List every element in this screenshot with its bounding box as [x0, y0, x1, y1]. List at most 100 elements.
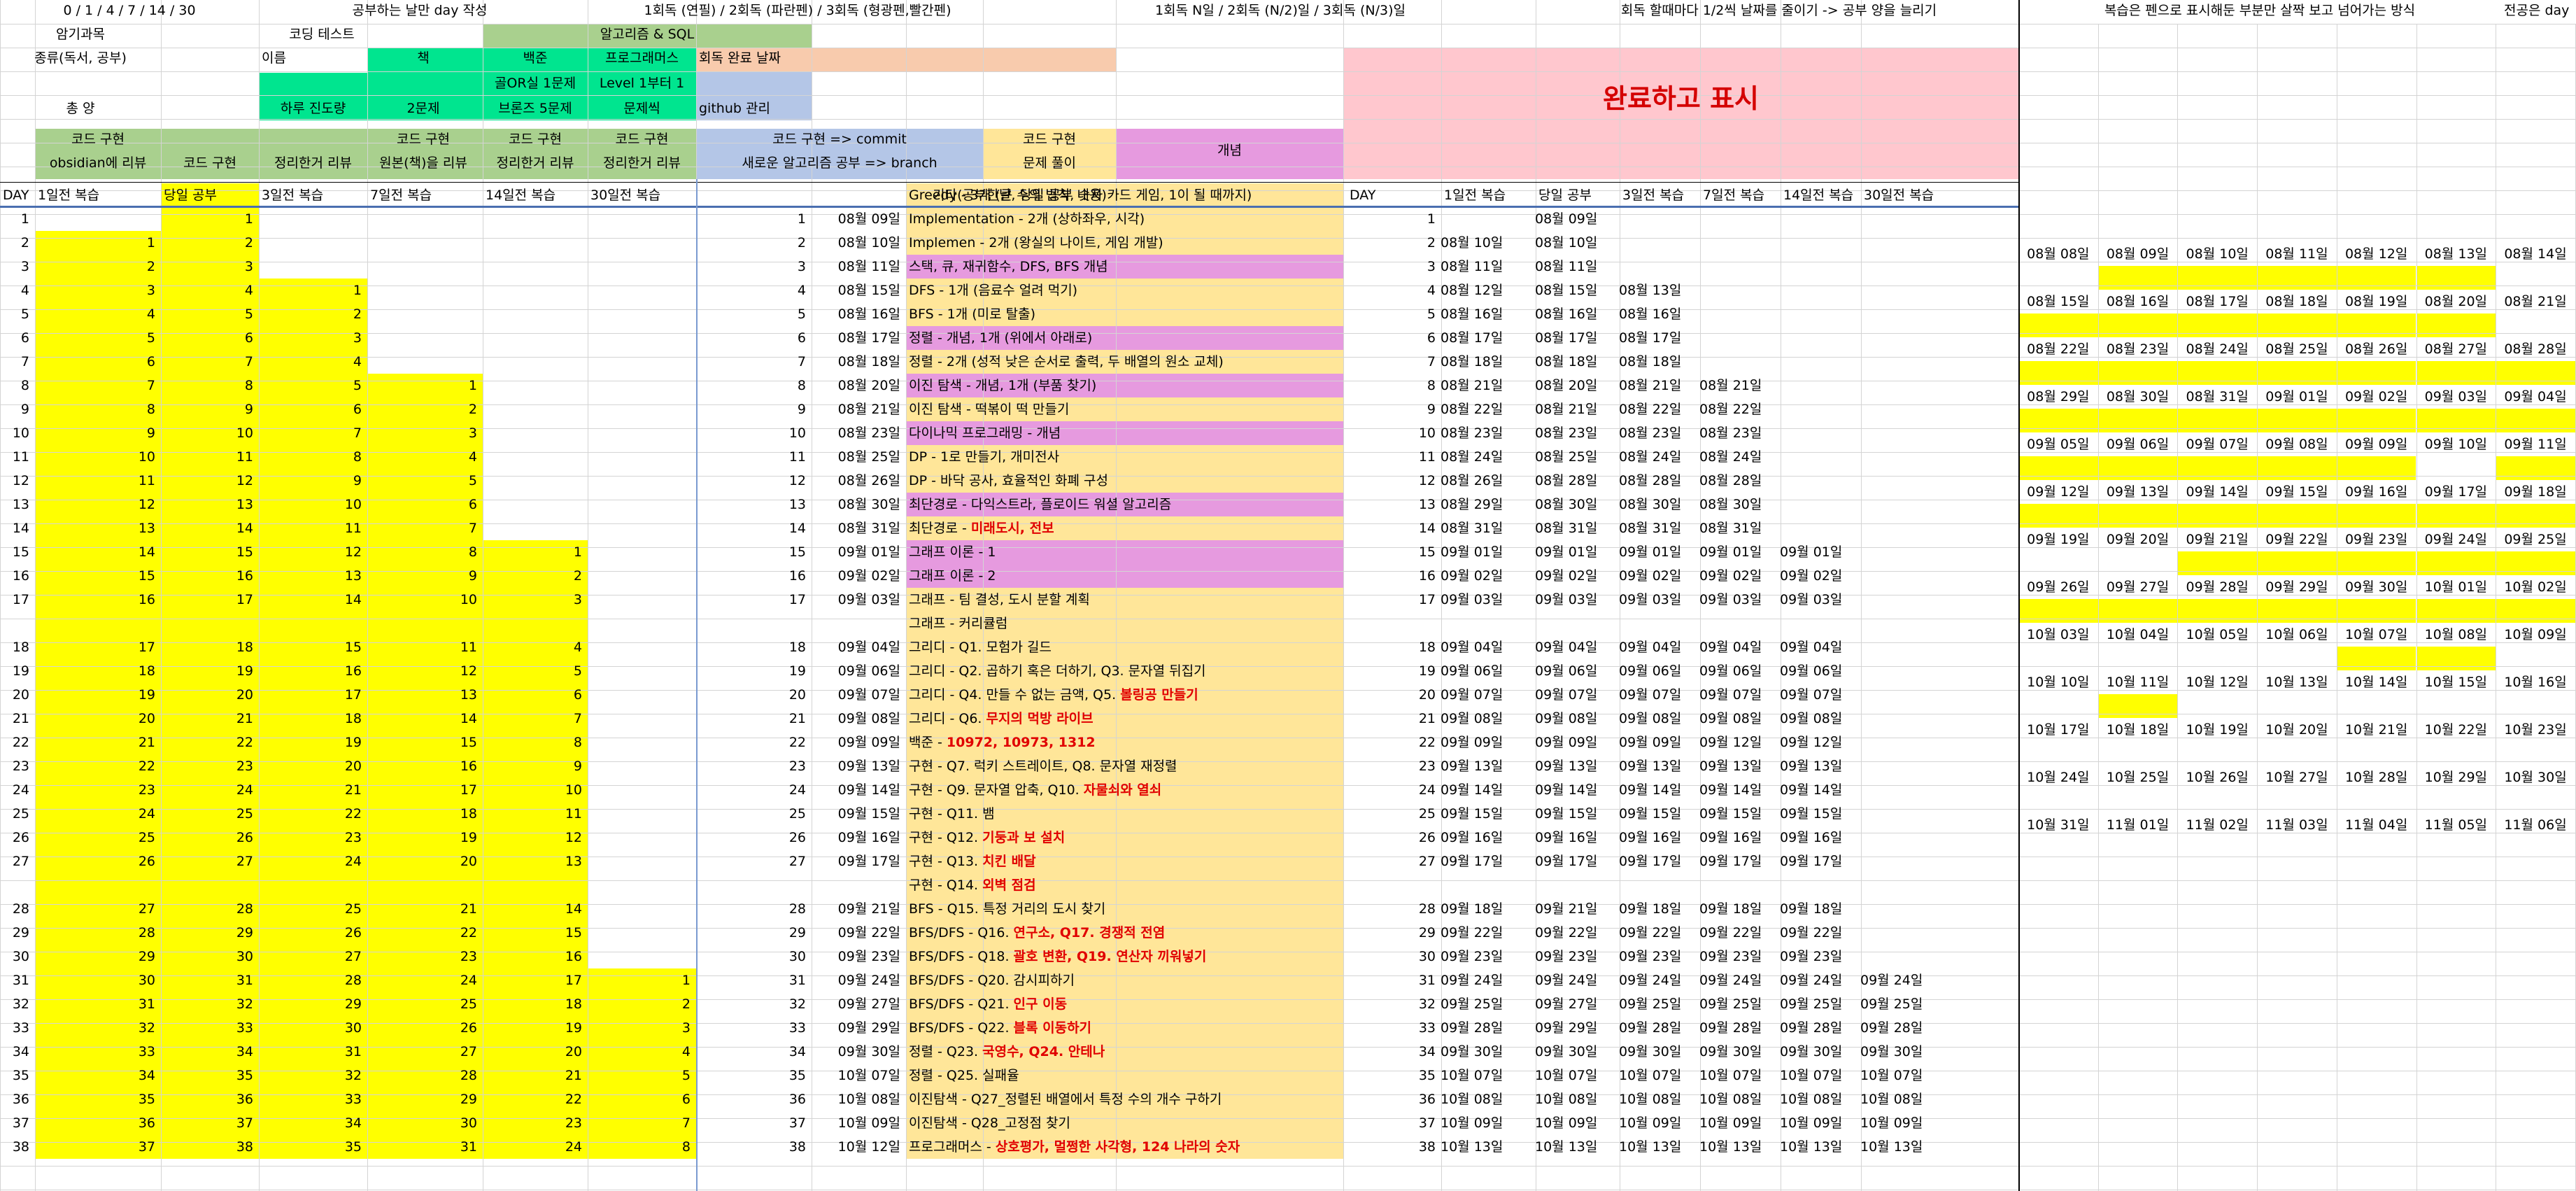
review-date[interactable]: 08월 16일: [1438, 302, 1536, 326]
log-date[interactable]: 09월 14일: [812, 778, 906, 802]
header-review-method[interactable]: 복습은 펜으로 표시해둔 부분만 살짝 보고 넘어가는 방식: [2018, 0, 2501, 24]
review-number[interactable]: 21: [259, 778, 367, 802]
log-number[interactable]: 13: [756, 493, 812, 516]
review-day-number[interactable]: 36: [1347, 1087, 1441, 1111]
review-number[interactable]: 28: [35, 921, 161, 945]
review-number[interactable]: 16: [367, 754, 483, 778]
review-number[interactable]: [588, 754, 696, 778]
review-number[interactable]: 23: [161, 754, 259, 778]
review-number[interactable]: 31: [161, 968, 259, 992]
review-number[interactable]: [588, 945, 696, 968]
review-date[interactable]: 09월 22일: [1532, 921, 1620, 945]
review-number[interactable]: 18: [161, 635, 259, 659]
review-number[interactable]: 7: [367, 516, 483, 540]
log-date[interactable]: 08월 23일: [812, 421, 906, 445]
review-number[interactable]: 33: [259, 1087, 367, 1111]
label-code-impl-2[interactable]: 코드 구현: [161, 153, 259, 176]
review-number[interactable]: 15: [161, 540, 259, 564]
review-date[interactable]: 09월 23일: [1616, 945, 1700, 968]
review-date[interactable]: 09월 15일: [1616, 802, 1700, 826]
review-day-number[interactable]: 33: [1347, 1016, 1441, 1040]
log-number[interactable]: 35: [756, 1064, 812, 1087]
day-number[interactable]: 19: [0, 659, 35, 683]
label-organize-review-3[interactable]: 정리한거 리뷰: [588, 153, 696, 176]
review-date[interactable]: 10월 07일: [1697, 1064, 1781, 1087]
review-number[interactable]: 34: [259, 1111, 367, 1135]
review-date[interactable]: 10월 09일: [1438, 1111, 1536, 1135]
done-banner[interactable]: 완료하고 표시: [1343, 77, 2018, 114]
review-date[interactable]: 10월 09일: [1616, 1111, 1700, 1135]
review-number[interactable]: 12: [483, 826, 588, 850]
review-date[interactable]: 08월 17일: [1616, 326, 1700, 350]
day-number[interactable]: 29: [0, 921, 35, 945]
label-baekjoon[interactable]: 백준: [483, 48, 588, 71]
review-date[interactable]: 09월 18일: [1616, 897, 1700, 921]
review-date[interactable]: 09월 13일: [1697, 754, 1781, 778]
review-day-number[interactable]: 18: [1347, 635, 1441, 659]
review-date[interactable]: 09월 23일: [1697, 945, 1781, 968]
review-number[interactable]: 4: [35, 302, 161, 326]
review-number[interactable]: 12: [259, 540, 367, 564]
review-date[interactable]: 09월 07일: [1697, 683, 1781, 707]
review-date[interactable]: 09월 21일: [1532, 897, 1620, 921]
review-number[interactable]: 3: [35, 279, 161, 302]
column-header[interactable]: 1일전 복습: [35, 183, 161, 207]
review-day-number[interactable]: 11: [1347, 445, 1441, 469]
calendar-date[interactable]: 10월 01일: [2416, 575, 2496, 599]
column-header[interactable]: 3일전 복습: [259, 183, 367, 207]
label-programmers-desc1[interactable]: Level 1부터 1: [588, 73, 696, 97]
review-date[interactable]: 09월 03일: [1616, 588, 1700, 612]
review-number[interactable]: 27: [367, 1040, 483, 1064]
review-number[interactable]: 9: [483, 754, 588, 778]
review-number[interactable]: 35: [35, 1087, 161, 1111]
review-date[interactable]: 08월 23일: [1616, 421, 1700, 445]
label-organize-review-1[interactable]: 정리한거 리뷰: [259, 153, 367, 176]
review-date[interactable]: 08월 31일: [1697, 516, 1781, 540]
calendar-date[interactable]: 08월 12일: [2337, 242, 2416, 266]
log-entry[interactable]: 구현 - Q7. 럭키 스트레이트, Q8. 문자열 재정렬: [906, 754, 1343, 778]
review-number[interactable]: 25: [367, 992, 483, 1016]
calendar-date[interactable]: 10월 12일: [2177, 670, 2257, 694]
review-date[interactable]: 09월 09일: [1438, 731, 1536, 754]
review-number[interactable]: 35: [259, 1135, 367, 1159]
review-number[interactable]: [367, 279, 483, 302]
review-date[interactable]: [1697, 279, 1781, 302]
review-date[interactable]: [1697, 326, 1781, 350]
log-date[interactable]: 09월 22일: [812, 921, 906, 945]
review-number[interactable]: 22: [259, 802, 367, 826]
review-date[interactable]: [1857, 921, 1941, 945]
calendar-date[interactable]: 09월 07일: [2177, 432, 2257, 456]
review-number[interactable]: 10: [161, 421, 259, 445]
review-number[interactable]: [588, 516, 696, 540]
log-entry[interactable]: 구현 - Q14. 외벽 점검: [906, 873, 1343, 897]
calendar-date[interactable]: 10월 23일: [2496, 718, 2575, 742]
review-date[interactable]: 09월 24일: [1857, 968, 1941, 992]
review-number[interactable]: [588, 255, 696, 279]
review-day-number[interactable]: 7: [1347, 350, 1441, 374]
log-date[interactable]: 09월 04일: [812, 635, 906, 659]
review-number[interactable]: 25: [259, 897, 367, 921]
review-date[interactable]: 09월 27일: [1532, 992, 1620, 1016]
review-date[interactable]: 08월 24일: [1697, 445, 1781, 469]
review-number[interactable]: [588, 445, 696, 469]
review-date[interactable]: 09월 06일: [1532, 659, 1620, 683]
review-number[interactable]: 13: [483, 850, 588, 873]
calendar-date[interactable]: 10월 10일: [2018, 670, 2098, 694]
review-number[interactable]: 32: [35, 1016, 161, 1040]
review-number[interactable]: 3: [367, 421, 483, 445]
review-date[interactable]: [1857, 207, 1941, 231]
review-number[interactable]: [588, 279, 696, 302]
category-algorithm-sql[interactable]: 알고리즘 & SQL: [483, 24, 812, 48]
log-number[interactable]: 12: [756, 469, 812, 493]
review-date[interactable]: 09월 16일: [1777, 826, 1861, 850]
label-name[interactable]: 이름: [259, 48, 367, 71]
header-major-day[interactable]: 전공은 day: [2501, 0, 2576, 24]
review-number[interactable]: 21: [35, 731, 161, 754]
calendar-date[interactable]: 10월 06일: [2257, 623, 2337, 647]
review-date[interactable]: 09월 04일: [1532, 635, 1620, 659]
review-number[interactable]: 7: [259, 421, 367, 445]
day-number[interactable]: 14: [0, 516, 35, 540]
review-date[interactable]: 08월 15일: [1532, 279, 1620, 302]
day-number[interactable]: 11: [0, 445, 35, 469]
log-date[interactable]: 08월 10일: [812, 231, 906, 255]
